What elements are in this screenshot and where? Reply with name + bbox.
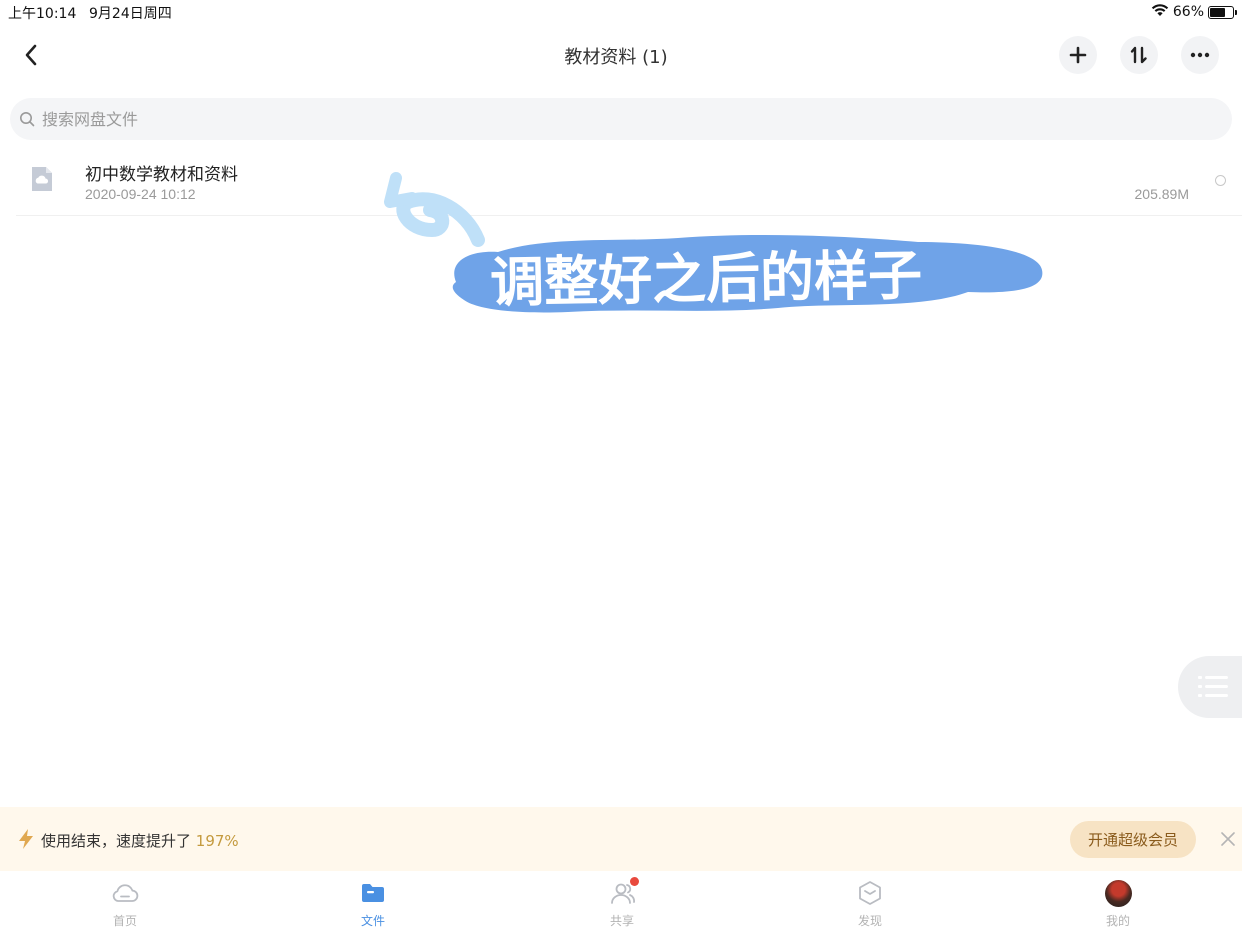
tab-label: 发现 (857, 914, 882, 928)
annotation-sticker: 调整好之后的样子 (384, 172, 1043, 315)
tab-home[interactable]: 首页 (85, 879, 165, 931)
file-icon (30, 166, 54, 192)
tab-profile[interactable]: 我的 (1078, 879, 1158, 931)
search-bar[interactable] (10, 98, 1232, 140)
tab-discover[interactable]: 发现 (830, 879, 910, 931)
file-date: 2020-09-24 10:12 (85, 186, 196, 202)
promo-text: 使用结束，速度提升了 197% (41, 830, 239, 851)
status-time: 上午10:14 (8, 6, 77, 22)
tab-label: 我的 (1105, 914, 1130, 928)
close-icon (1221, 832, 1235, 846)
select-checkbox[interactable] (1215, 175, 1226, 186)
search-input[interactable] (42, 109, 642, 129)
nav-bar: 教材资料 (1) (0, 30, 1242, 80)
tab-label: 首页 (112, 914, 137, 928)
curved-arrow-icon (384, 172, 485, 247)
tab-label: 共享 (609, 914, 634, 928)
page-title: 教材资料 (1) (564, 47, 668, 68)
avatar (1104, 879, 1132, 907)
floating-list-button[interactable] (1178, 656, 1242, 718)
add-button[interactable] (1059, 36, 1097, 74)
tab-files[interactable]: 文件 (333, 879, 413, 931)
tab-bar: 首页 文件 共享 发现 我的 (0, 871, 1242, 931)
upgrade-vip-button[interactable]: 开通超级会员 (1070, 821, 1196, 858)
status-date: 9月24日周四 (89, 6, 172, 22)
notification-badge (630, 877, 639, 886)
wifi-icon (1151, 3, 1169, 21)
cloud-icon (111, 879, 139, 907)
battery-level (1210, 7, 1225, 17)
search-icon (18, 110, 36, 128)
sort-icon (1130, 46, 1147, 64)
folder-icon (359, 879, 387, 907)
plus-icon (1069, 46, 1087, 64)
cube-icon (856, 879, 884, 907)
more-icon (1190, 52, 1210, 58)
promo-message: 使用结束，速度提升了 (41, 832, 192, 850)
lightning-icon (17, 828, 35, 850)
tab-share[interactable]: 共享 (582, 877, 662, 931)
battery-icon (1208, 5, 1237, 19)
status-indicators: 66% (1151, 3, 1237, 21)
list-icon (1198, 676, 1228, 697)
file-name: 初中数学教材和资料 (85, 165, 238, 185)
more-button[interactable] (1181, 36, 1219, 74)
battery-percent: 66% (1172, 4, 1204, 20)
status-bar: 上午10:14 9月24日周四 66% (0, 0, 1242, 24)
avatar-icon (1104, 879, 1132, 907)
sort-button[interactable] (1120, 36, 1158, 74)
promo-percent: 197% (195, 832, 239, 850)
file-size: 205.89M (1134, 186, 1189, 202)
promo-banner: 使用结束，速度提升了 197% 开通超级会员 (0, 807, 1242, 871)
tab-label: 文件 (360, 914, 385, 928)
people-icon (608, 877, 639, 907)
sticker-text: 调整好之后的样子 (490, 244, 923, 315)
close-promo-button[interactable] (1218, 829, 1238, 849)
